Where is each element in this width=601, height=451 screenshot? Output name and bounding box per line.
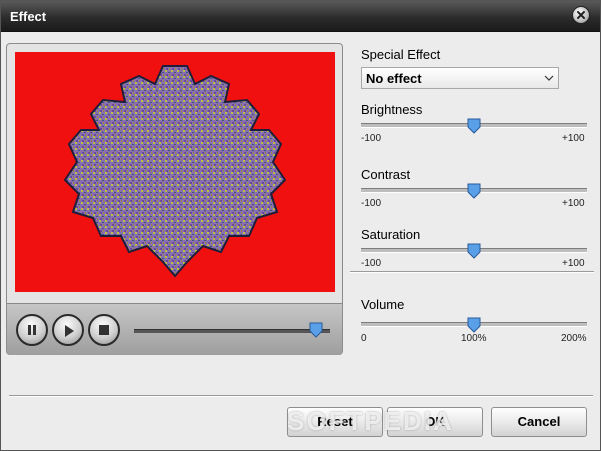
video-preview [15, 52, 335, 292]
window-title: Effect [10, 9, 47, 24]
close-button[interactable] [572, 6, 590, 24]
brightness-min: -100 [361, 133, 382, 144]
preview-panel [6, 43, 343, 355]
title-bar[interactable]: Effect [1, 1, 600, 32]
pause-icon [28, 325, 36, 335]
reset-button[interactable]: Reset [287, 407, 383, 437]
contrast-label: Contrast [361, 167, 411, 182]
volume-label: Volume [361, 297, 405, 312]
play-button[interactable] [52, 314, 84, 346]
section-divider [350, 271, 594, 273]
effect-dialog: Effect Special Effect No effect Brightne… [0, 0, 601, 451]
saturation-thumb[interactable] [467, 243, 481, 259]
pause-button[interactable] [16, 314, 48, 346]
volume-max: 200% [561, 333, 587, 344]
volume-min: 0 [361, 333, 367, 344]
contrast-min: -100 [361, 198, 382, 209]
stop-icon [99, 325, 109, 335]
special-effect-select[interactable]: No effect [361, 67, 559, 89]
saturation-label: Saturation [361, 227, 421, 242]
progress-thumb[interactable] [309, 322, 323, 338]
brightness-thumb[interactable] [467, 118, 481, 134]
close-icon [577, 11, 585, 19]
brightness-label: Brightness [361, 102, 423, 117]
cancel-button[interactable]: Cancel [491, 407, 587, 437]
footer-divider [9, 395, 593, 397]
contrast-max: +100 [562, 198, 585, 209]
volume-thumb[interactable] [467, 317, 481, 333]
saturation-max: +100 [562, 258, 585, 269]
fractal-snowflake-image [63, 65, 287, 278]
stop-button[interactable] [88, 314, 120, 346]
ok-button[interactable]: OK [387, 407, 483, 437]
progress-track[interactable] [134, 329, 330, 333]
brightness-max: +100 [562, 133, 585, 144]
chevron-down-icon [544, 75, 554, 81]
special-effect-label: Special Effect [361, 47, 441, 62]
volume-mid: 100% [461, 333, 487, 344]
player-controls [7, 303, 342, 355]
play-icon [65, 325, 74, 337]
special-effect-value: No effect [366, 71, 422, 86]
contrast-thumb[interactable] [467, 183, 481, 199]
saturation-min: -100 [361, 258, 382, 269]
